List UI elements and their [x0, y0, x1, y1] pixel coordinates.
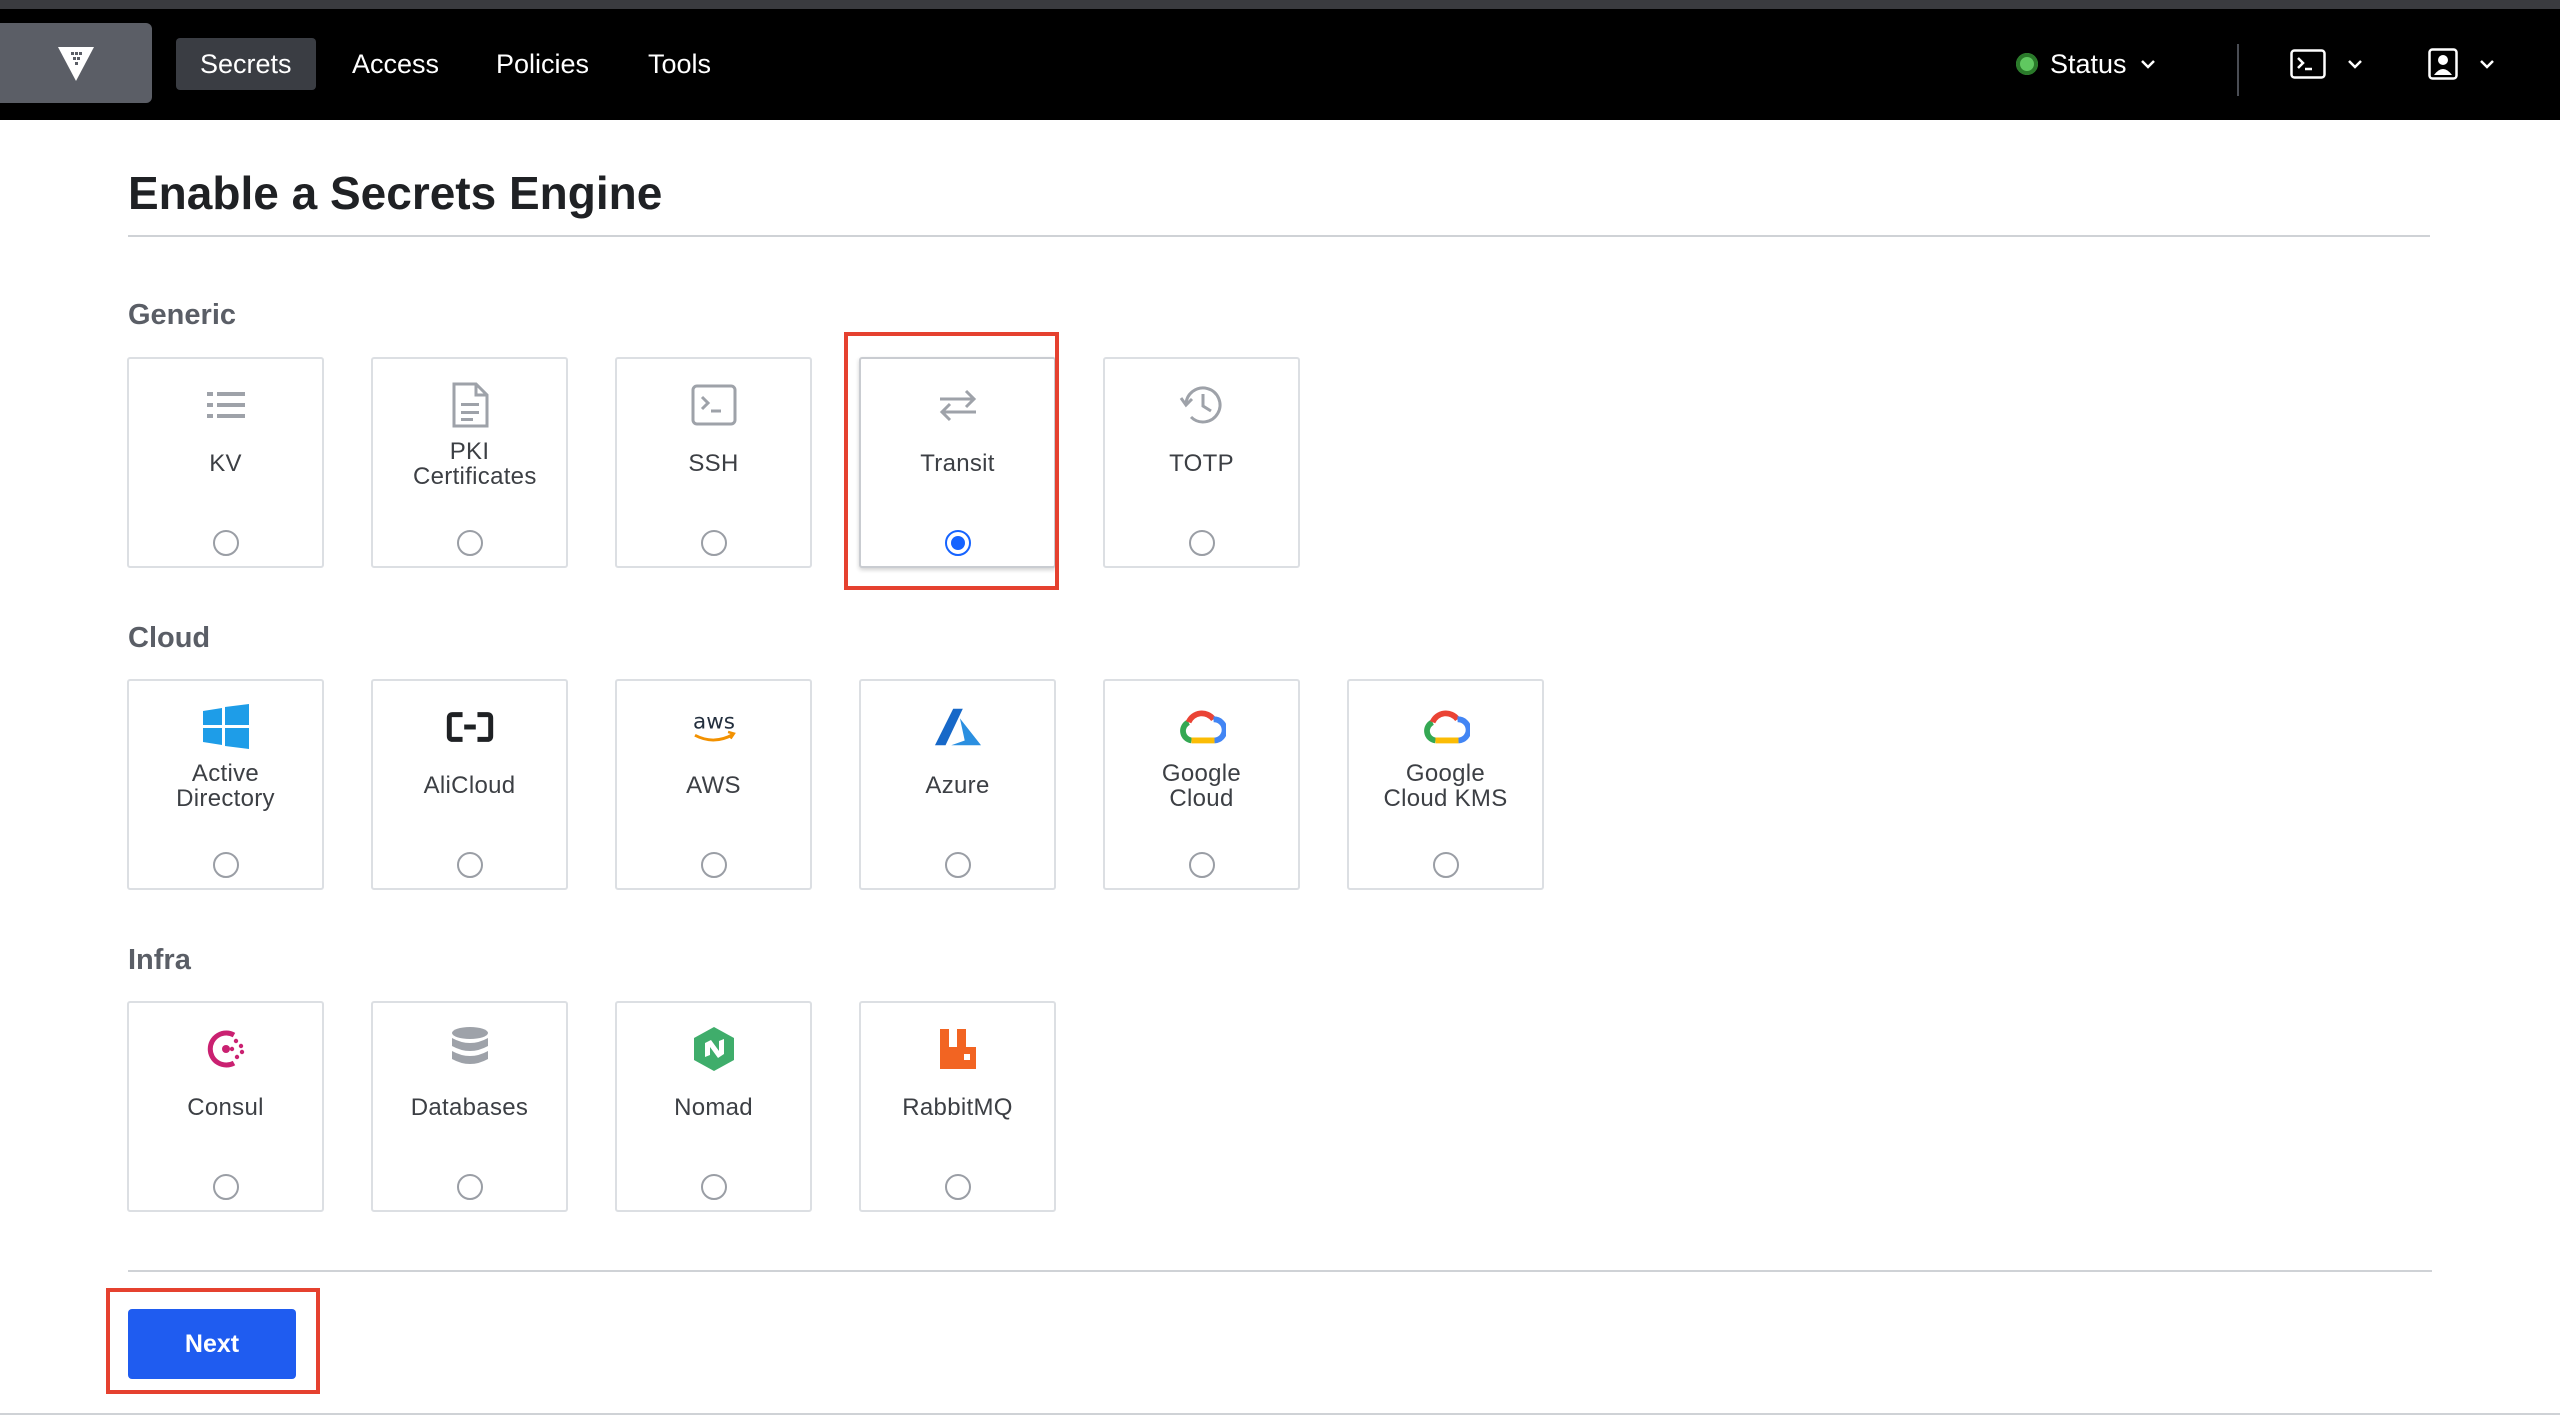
history-icon — [1178, 381, 1226, 429]
nav-divider — [2237, 44, 2239, 96]
page-bottom-divider — [0, 1413, 2560, 1415]
engine-label-totp: TOTP — [1169, 450, 1234, 477]
list-icon — [202, 381, 250, 429]
engine-card-nomad[interactable]: Nomad — [615, 1001, 812, 1212]
engine-label-databases: Databases — [410, 1094, 529, 1121]
chevron-down-icon — [2348, 60, 2362, 69]
engine-radio-nomad[interactable] — [700, 1174, 727, 1200]
status-menu[interactable]: Status — [2016, 38, 2157, 90]
section-label-cloud: Cloud — [128, 622, 211, 654]
section-label-generic: Generic — [128, 299, 236, 331]
terminal-icon — [2290, 49, 2326, 79]
alicloud-logo-icon — [446, 703, 494, 751]
engine-label-nomad: Nomad — [674, 1094, 753, 1121]
nav-access[interactable]: Access — [328, 38, 463, 90]
engine-label-kv: KV — [209, 450, 242, 477]
rabbitmq-logo-icon — [934, 1025, 982, 1073]
engine-card-databases[interactable]: Databases — [371, 1001, 568, 1212]
windows-logo-icon — [202, 703, 250, 751]
engine-radio-kv[interactable] — [212, 530, 239, 556]
section-label-infra: Infra — [128, 944, 191, 976]
nav-policies[interactable]: Policies — [472, 38, 613, 90]
engine-card-active-directory[interactable]: Active Directory — [127, 679, 324, 890]
engine-radio-alicloud[interactable] — [456, 852, 483, 878]
user-icon — [2428, 48, 2458, 80]
engine-label-google-cloud-kms: Google Cloud KMS — [1383, 760, 1508, 812]
vault-logo-icon[interactable] — [0, 23, 152, 103]
engine-label-alicloud: AliCloud — [423, 772, 516, 799]
engine-card-pki-certificates[interactable]: PKI Certificates — [371, 357, 568, 568]
engine-label-azure: Azure — [925, 772, 990, 799]
next-highlight-box — [106, 1288, 320, 1394]
engine-radio-rabbitmq[interactable] — [944, 1174, 971, 1200]
form-footer-divider — [128, 1270, 2432, 1272]
engine-radio-azure[interactable] — [944, 852, 971, 878]
window-top-strip — [0, 0, 2560, 9]
engine-label-ssh: SSH — [688, 450, 739, 477]
engine-label-consul: Consul — [187, 1094, 264, 1121]
engine-radio-consul[interactable] — [212, 1174, 239, 1200]
engine-label-aws: AWS — [686, 772, 741, 799]
user-menu-button[interactable] — [2428, 38, 2496, 90]
database-icon — [446, 1025, 494, 1073]
consul-logo-icon — [202, 1025, 250, 1073]
google-cloud-logo-icon — [1178, 703, 1226, 751]
console-menu-button[interactable] — [2290, 38, 2364, 90]
nav-secrets[interactable]: Secrets — [176, 38, 316, 90]
terminal-icon — [690, 381, 738, 429]
engine-label-rabbitmq: RabbitMQ — [902, 1094, 1013, 1121]
engine-card-totp[interactable]: TOTP — [1103, 357, 1300, 568]
chevron-down-icon — [2480, 60, 2494, 69]
engine-radio-aws[interactable] — [700, 852, 727, 878]
nav-tools[interactable]: Tools — [624, 38, 735, 90]
engine-radio-databases[interactable] — [456, 1174, 483, 1200]
engine-card-google-cloud-kms[interactable]: Google Cloud KMS — [1347, 679, 1544, 890]
engine-radio-totp[interactable] — [1188, 530, 1215, 556]
engine-radio-google-cloud-kms[interactable] — [1432, 852, 1459, 878]
engine-card-kv[interactable]: KV — [127, 357, 324, 568]
engine-label-pki-certificates: PKI Certificates — [413, 438, 537, 490]
azure-logo-icon — [934, 703, 982, 751]
engine-card-google-cloud[interactable]: Google Cloud — [1103, 679, 1300, 890]
engine-label-active-directory: Active Directory — [176, 760, 275, 812]
engine-card-consul[interactable]: Consul — [127, 1001, 324, 1212]
chevron-down-icon — [2140, 60, 2155, 69]
top-navbar: Secrets Access Policies Tools Status — [0, 9, 2560, 120]
transit-highlight-box — [844, 332, 1059, 590]
engine-card-ssh[interactable]: SSH — [615, 357, 812, 568]
status-indicator-icon — [2016, 53, 2038, 75]
engine-label-google-cloud: Google Cloud — [1161, 760, 1242, 812]
aws-logo-icon: aws — [690, 703, 738, 751]
nomad-logo-icon — [690, 1025, 738, 1073]
engine-card-alicloud[interactable]: AliCloud — [371, 679, 568, 890]
status-label: Status — [2050, 49, 2127, 79]
engine-radio-pki-certificates[interactable] — [456, 530, 483, 556]
title-divider — [128, 235, 2430, 237]
page-title: Enable a Secrets Engine — [128, 167, 663, 219]
google-cloud-logo-icon — [1422, 703, 1470, 751]
engine-card-aws[interactable]: aws AWS — [615, 679, 812, 890]
engine-radio-ssh[interactable] — [700, 530, 727, 556]
engine-card-azure[interactable]: Azure — [859, 679, 1056, 890]
engine-radio-google-cloud[interactable] — [1188, 852, 1215, 878]
engine-card-rabbitmq[interactable]: RabbitMQ — [859, 1001, 1056, 1212]
certificate-icon — [446, 381, 494, 429]
engine-radio-active-directory[interactable] — [212, 852, 239, 878]
